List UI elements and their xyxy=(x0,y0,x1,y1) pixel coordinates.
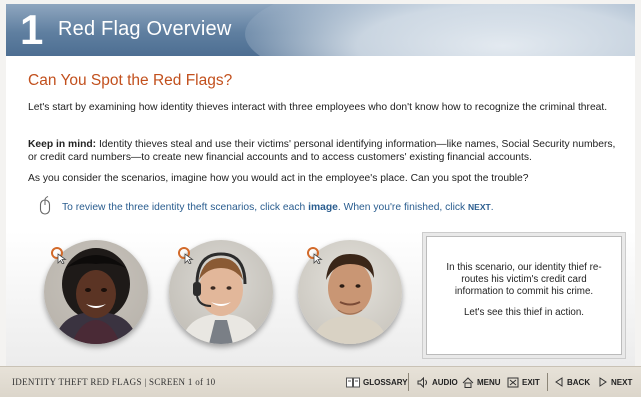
section-number: 1 xyxy=(20,6,44,53)
footer-separator xyxy=(547,373,548,391)
keep-in-mind-text: Identity thieves steal and use their vic… xyxy=(28,139,616,163)
click-cursor-icon xyxy=(307,247,323,264)
screen-header: 1 Red Flag Overview xyxy=(6,4,635,56)
click-cursor-icon xyxy=(51,247,67,264)
audio-button[interactable]: AUDIO xyxy=(417,375,458,389)
instruction-text: To review the three identity theft scena… xyxy=(62,202,494,213)
next-label: NEXT xyxy=(611,377,633,387)
intro-paragraph: Let's start by examining how identity th… xyxy=(28,102,608,113)
instruction-part1: To review the three identity theft scena… xyxy=(62,202,309,213)
header-swoosh-decoration xyxy=(245,4,635,56)
exit-icon xyxy=(507,377,519,387)
screen-counter: SCREEN 1 of 10 xyxy=(149,377,216,387)
menu-button[interactable]: MENU xyxy=(462,375,501,389)
content-panel: Can You Spot the Red Flags? Let's start … xyxy=(6,56,635,366)
click-cursor-icon xyxy=(178,247,194,264)
page-heading: Can You Spot the Red Flags? xyxy=(28,72,233,89)
glossary-icon xyxy=(346,377,360,387)
course-screen-indicator: IDENTITY THEFT RED FLAGS | SCREEN 1 of 1… xyxy=(12,377,215,387)
menu-label: MENU xyxy=(477,377,501,387)
course-title: IDENTITY THEFT RED FLAGS xyxy=(12,377,142,387)
back-label: BACK xyxy=(567,377,591,387)
keep-in-mind-label: Keep in mind: xyxy=(28,139,97,150)
instruction-line: To review the three identity theft scena… xyxy=(38,196,598,222)
keep-in-mind-paragraph: Keep in mind: Identity thieves steal and… xyxy=(28,138,618,164)
audio-label: AUDIO xyxy=(432,377,458,387)
section-title: Red Flag Overview xyxy=(58,18,232,40)
exit-label: EXIT xyxy=(522,377,540,387)
back-button[interactable]: BACK xyxy=(554,375,590,389)
next-arrow-icon xyxy=(599,377,607,387)
scenario-description: In this scenario, our identity thief re-… xyxy=(446,262,602,297)
consider-paragraph: As you consider the scenarios, imagine h… xyxy=(28,173,529,184)
mouse-icon xyxy=(39,196,51,215)
footer-divider: | xyxy=(144,377,147,387)
scenario-cta: Let's see this thief in action. xyxy=(463,307,585,318)
menu-home-icon xyxy=(462,376,474,388)
instruction-next-word: NEXT xyxy=(468,202,491,212)
footer-toolbar: IDENTITY THEFT RED FLAGS | SCREEN 1 of 1… xyxy=(0,366,641,397)
instruction-image-word: image xyxy=(308,202,338,213)
audio-icon xyxy=(417,376,427,388)
back-arrow-icon xyxy=(555,377,563,387)
exit-button[interactable]: EXIT xyxy=(507,375,540,389)
glossary-label: GLOSSARY xyxy=(363,377,408,387)
next-button[interactable]: NEXT xyxy=(598,375,632,389)
instruction-part3: . xyxy=(490,202,494,213)
course-window: 1 Red Flag Overview Can You Spot the Red… xyxy=(0,0,641,397)
scenario-callout-box: In this scenario, our identity thief re-… xyxy=(426,236,622,355)
footer-separator xyxy=(408,373,409,391)
glossary-button[interactable]: GLOSSARY xyxy=(346,375,408,389)
instruction-part2: . When you're finished, click xyxy=(337,202,469,213)
